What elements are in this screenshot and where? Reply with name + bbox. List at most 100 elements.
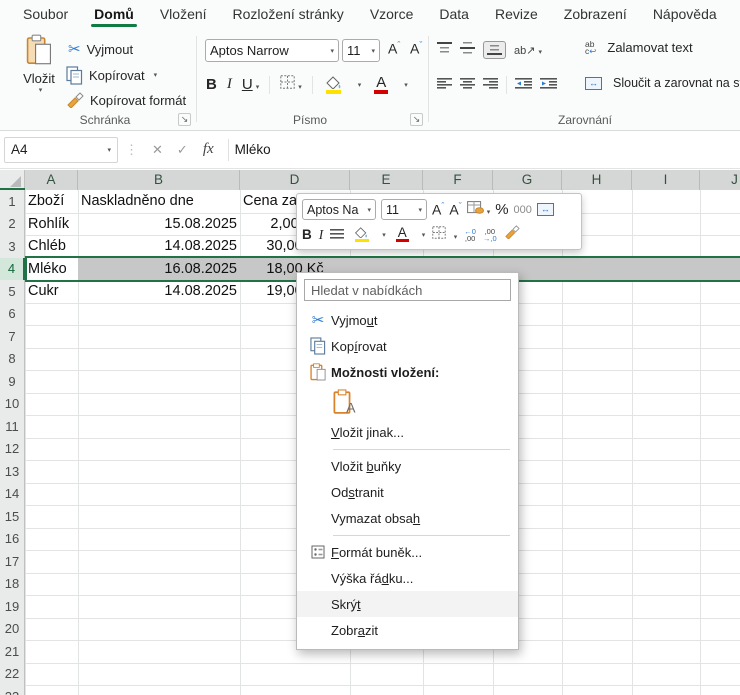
- increase-indent-button[interactable]: [540, 76, 557, 94]
- row-header-18[interactable]: 18: [0, 572, 25, 596]
- wrap-text-button[interactable]: ab c↩ Zalamovat text: [585, 40, 693, 55]
- underline-button[interactable]: U ▾: [242, 76, 259, 94]
- row-header-16[interactable]: 16: [0, 527, 25, 551]
- font-color-chevron-icon[interactable]: ▾: [404, 81, 408, 89]
- column-header-I[interactable]: I: [632, 170, 700, 190]
- cell-B5[interactable]: 14.08.2025: [78, 280, 240, 303]
- mini-bold-button[interactable]: B: [302, 227, 312, 242]
- enter-button[interactable]: ✓: [177, 142, 188, 158]
- percent-style-button[interactable]: %: [495, 201, 508, 218]
- orientation-button[interactable]: ab↗ ▾: [514, 44, 542, 57]
- menu-tab-vzorce[interactable]: Vzorce: [357, 0, 427, 28]
- mini-font-color-button[interactable]: A: [393, 225, 412, 245]
- mini-font-chevron-icon[interactable]: ▾: [367, 206, 371, 214]
- name-box[interactable]: A4 ▾: [4, 136, 118, 163]
- row-header-10[interactable]: 10: [0, 392, 25, 416]
- row-header-11[interactable]: 11: [0, 415, 25, 439]
- row-header-17[interactable]: 17: [0, 550, 25, 574]
- row-header-8[interactable]: 8: [0, 347, 25, 371]
- mini-borders-button[interactable]: ▾: [432, 225, 457, 244]
- align-bottom-button[interactable]: [483, 41, 506, 59]
- column-header-E[interactable]: E: [350, 170, 423, 190]
- formula-bar-content[interactable]: Mléko: [235, 142, 271, 157]
- row-header-2[interactable]: 2: [0, 212, 25, 236]
- row-header-6[interactable]: 6: [0, 302, 25, 326]
- mini-grow-font-button[interactable]: Aˆ: [432, 201, 444, 218]
- context-menu-item-paste-special[interactable]: Vložit jinak...: [297, 419, 518, 445]
- decrease-decimal-button[interactable]: ,00 →,0: [483, 227, 497, 242]
- fill-color-button[interactable]: [323, 74, 345, 96]
- menu-tab-rozlo-en-str-nky[interactable]: Rozložení stránky: [220, 0, 357, 28]
- column-header-B[interactable]: B: [78, 170, 240, 190]
- context-menu-search-input[interactable]: [304, 279, 511, 301]
- font-color-button[interactable]: A: [371, 74, 391, 96]
- menu-tab-soubor[interactable]: Soubor: [10, 0, 81, 28]
- cut-button[interactable]: ✂ Vyjmout: [68, 38, 133, 60]
- cell-B2[interactable]: 15.08.2025: [78, 213, 240, 236]
- mini-size-chevron-icon[interactable]: ▾: [418, 206, 422, 214]
- grow-font-button[interactable]: Aˆ: [388, 40, 400, 57]
- row-header-14[interactable]: 14: [0, 482, 25, 506]
- row-header-23[interactable]: 23: [0, 685, 25, 695]
- context-menu-item-paste-option-values[interactable]: A: [297, 385, 518, 419]
- row-header-22[interactable]: 22: [0, 662, 25, 686]
- row-header-9[interactable]: 9: [0, 370, 25, 394]
- menu-tab-dom[interactable]: Domů: [81, 0, 147, 28]
- row-header-20[interactable]: 20: [0, 617, 25, 641]
- font-size-combo[interactable]: 11 ▾: [342, 39, 380, 62]
- copy-chevron-icon[interactable]: ▾: [154, 71, 158, 79]
- cancel-button[interactable]: ✕: [152, 142, 163, 158]
- format-painter-button[interactable]: Kopírovat formát: [66, 89, 186, 111]
- paste-button[interactable]: Vložit ▾: [16, 34, 62, 94]
- menu-tab-vlo-en[interactable]: Vložení: [147, 0, 220, 28]
- column-header-D[interactable]: D: [240, 170, 350, 190]
- context-menu-item-hide[interactable]: Skrýt: [297, 591, 518, 617]
- menu-tab-n-pov-da[interactable]: Nápověda: [640, 0, 730, 28]
- mini-merge-center-icon[interactable]: ↔: [536, 203, 554, 216]
- cell-A2[interactable]: Rohlík: [25, 213, 78, 236]
- align-right-button[interactable]: [483, 76, 498, 94]
- row-header-15[interactable]: 15: [0, 505, 25, 529]
- menu-tab-revize[interactable]: Revize: [482, 0, 551, 28]
- row-header-5[interactable]: 5: [0, 280, 25, 304]
- context-menu-item-insert-cells[interactable]: Vložit buňky: [297, 453, 518, 479]
- mini-align-center-button[interactable]: [330, 226, 345, 244]
- font-size-chevron-icon[interactable]: ▾: [371, 47, 375, 55]
- row-header-19[interactable]: 19: [0, 595, 25, 619]
- merge-center-button[interactable]: ↔ Sloučit a zarovnat na střed: [585, 76, 740, 90]
- font-name-chevron-icon[interactable]: ▾: [330, 47, 334, 55]
- align-left-button[interactable]: [437, 76, 452, 94]
- row-header-13[interactable]: 13: [0, 460, 25, 484]
- copy-button[interactable]: Kopírovat ▾: [66, 64, 157, 86]
- clipboard-dialog-launcher[interactable]: ↘: [178, 113, 191, 126]
- cell-A5[interactable]: Cukr: [25, 280, 78, 303]
- row-header-7[interactable]: 7: [0, 325, 25, 349]
- cell-A1[interactable]: Zboží: [25, 190, 78, 213]
- context-menu-item-unhide[interactable]: Zobrazit: [297, 617, 518, 643]
- mini-shrink-font-button[interactable]: Aˇ: [449, 201, 461, 218]
- name-box-chevron-icon[interactable]: ▾: [107, 146, 111, 154]
- mini-font-name-combo[interactable]: Aptos Na ▾: [302, 199, 376, 220]
- paste-chevron-icon[interactable]: ▾: [19, 86, 62, 94]
- font-name-combo[interactable]: Aptos Narrow ▾: [205, 39, 339, 62]
- column-header-F[interactable]: F: [423, 170, 493, 190]
- row-header-3[interactable]: 3: [0, 235, 25, 259]
- row-header-21[interactable]: 21: [0, 640, 25, 664]
- mini-fill-color-button[interactable]: [351, 225, 372, 245]
- mini-italic-button[interactable]: I: [319, 227, 324, 243]
- cell-A4[interactable]: Mléko: [25, 258, 78, 281]
- column-header-H[interactable]: H: [562, 170, 632, 190]
- menu-tab-zobrazen[interactable]: Zobrazení: [551, 0, 640, 28]
- cell-B1[interactable]: Naskladněno dne: [78, 190, 240, 213]
- column-header-J[interactable]: J: [700, 170, 740, 190]
- select-all-corner[interactable]: [0, 170, 25, 190]
- formula-bar-dots-icon[interactable]: ⋮: [125, 142, 138, 158]
- context-menu-item-clear-contents[interactable]: Vymazat obsah: [297, 505, 518, 531]
- orientation-chevron-icon[interactable]: ▾: [538, 49, 542, 56]
- italic-button[interactable]: I: [227, 76, 232, 93]
- context-menu-item-delete[interactable]: Odstranit: [297, 479, 518, 505]
- row-header-12[interactable]: 12: [0, 437, 25, 461]
- context-menu-item-cut[interactable]: ✂ Vyjmout: [297, 307, 518, 333]
- align-top-button[interactable]: [437, 41, 452, 59]
- align-center-button[interactable]: [460, 76, 475, 94]
